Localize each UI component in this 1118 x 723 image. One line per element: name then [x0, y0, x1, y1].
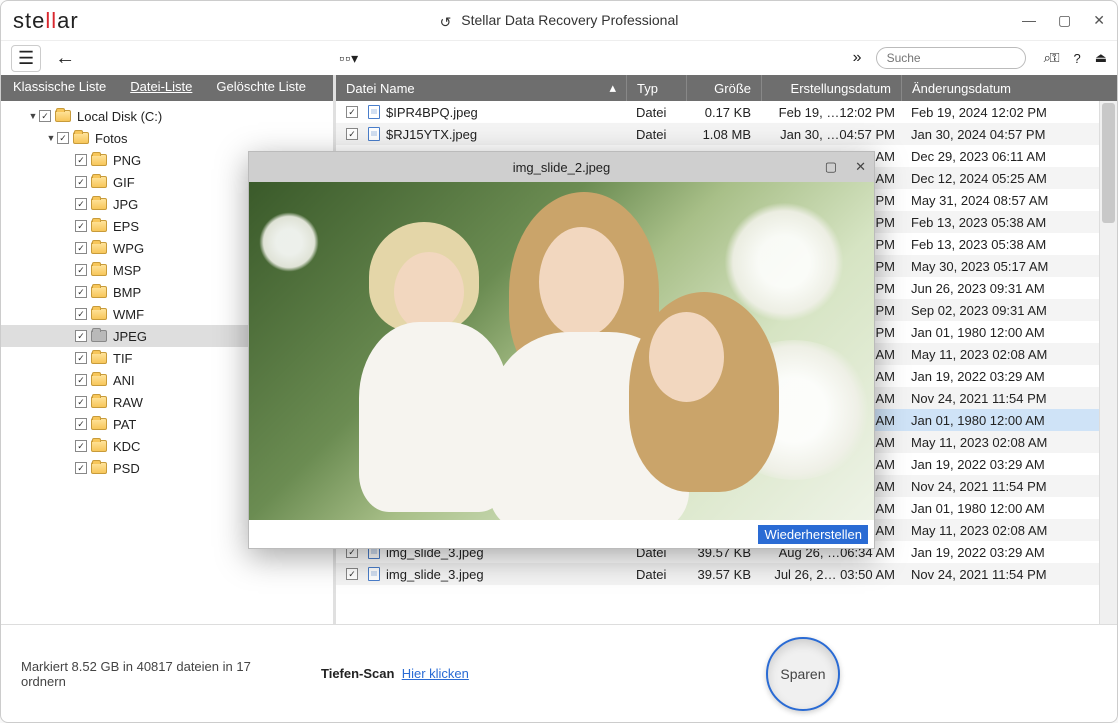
tab-file[interactable]: Datei-Liste	[118, 75, 204, 101]
checkbox-icon[interactable]: ✓	[75, 308, 87, 320]
deep-scan: Tiefen-Scan Hier klicken	[321, 666, 469, 681]
footer: Markiert 8.52 GB in 40817 dateien in 17 …	[1, 624, 1117, 722]
column-headers: Datei Name▴ Typ Größe Erstellungsdatum Ä…	[336, 75, 1117, 101]
app-logo: stellar	[13, 8, 79, 34]
tab-classic[interactable]: Klassische Liste	[1, 75, 118, 101]
menu-button[interactable]: ☰	[11, 45, 41, 72]
checkbox-icon[interactable]: ✓	[75, 374, 87, 386]
col-modified[interactable]: Änderungsdatum	[901, 75, 1117, 101]
advanced-icon[interactable]: »	[853, 49, 862, 67]
list-mode-tabs: Klassische Liste Datei-Liste Gelöschte L…	[1, 75, 333, 101]
folder-icon	[91, 220, 107, 232]
checkbox-icon[interactable]: ✓	[75, 462, 87, 474]
back-button[interactable]: ←	[55, 47, 75, 70]
folder-icon	[91, 242, 107, 254]
maximize-button[interactable]: ▢	[1058, 12, 1071, 29]
checkbox-icon[interactable]: ✓	[75, 330, 87, 342]
search-field[interactable]: ⌕	[876, 47, 1026, 69]
view-toggle[interactable]: ▫▫▾	[339, 50, 359, 67]
table-row[interactable]: ✓$RJ15YTX.jpegDatei1.08 MBJan 30, …04:57…	[336, 123, 1117, 145]
preview-image	[249, 182, 874, 520]
folder-icon	[91, 462, 107, 474]
preview-window: img_slide_2.jpeg ▢ ✕ Wiederherstellen	[248, 151, 875, 549]
folder-icon	[91, 440, 107, 452]
file-icon	[368, 567, 380, 581]
folder-icon	[91, 286, 107, 298]
checkbox-icon[interactable]: ✓	[75, 154, 87, 166]
checkbox-icon[interactable]: ✓	[75, 198, 87, 210]
col-name[interactable]: Datei Name▴	[336, 75, 626, 101]
checkbox-icon[interactable]: ✓	[39, 110, 51, 122]
preview-maximize-button[interactable]: ▢	[825, 159, 837, 175]
folder-icon	[91, 308, 107, 320]
app-window: stellar ↺ Stellar Data Recovery Professi…	[0, 0, 1118, 723]
folder-icon	[91, 418, 107, 430]
checkbox-icon[interactable]: ✓	[57, 132, 69, 144]
preview-titlebar[interactable]: img_slide_2.jpeg ▢ ✕	[249, 152, 874, 182]
save-button[interactable]: Sparen	[766, 637, 840, 711]
checkbox-icon[interactable]: ✓	[346, 106, 358, 118]
folder-icon	[55, 110, 71, 122]
checkbox-icon[interactable]: ✓	[75, 242, 87, 254]
checkbox-icon[interactable]: ✓	[75, 396, 87, 408]
selection-status: Markiert 8.52 GB in 40817 dateien in 17 …	[21, 659, 281, 689]
folder-icon	[91, 352, 107, 364]
key-icon[interactable]: ⚿	[1050, 50, 1060, 66]
search-input[interactable]	[885, 50, 1044, 66]
deep-scan-link[interactable]: Hier klicken	[402, 666, 469, 681]
titlebar: stellar ↺ Stellar Data Recovery Professi…	[1, 1, 1117, 41]
checkbox-icon[interactable]: ✓	[75, 264, 87, 276]
minimize-button[interactable]: —	[1022, 12, 1036, 29]
checkbox-icon[interactable]: ✓	[75, 176, 87, 188]
toolbar: ☰ ← ▫▫▾ » ⌕ ⚿ ? ⏏	[1, 41, 1117, 75]
checkbox-icon[interactable]: ✓	[346, 568, 358, 580]
folder-icon	[91, 154, 107, 166]
preview-close-button[interactable]: ✕	[855, 159, 866, 175]
folder-icon	[73, 132, 89, 144]
checkbox-icon[interactable]: ✓	[75, 418, 87, 430]
checkbox-icon[interactable]: ✓	[75, 440, 87, 452]
col-size[interactable]: Größe	[686, 75, 761, 101]
app-title: Stellar Data Recovery Professional	[461, 12, 678, 28]
table-row[interactable]: ✓img_slide_3.jpegDatei39.57 KBJul 26, 2……	[336, 563, 1117, 585]
close-button[interactable]: ✕	[1093, 12, 1105, 29]
checkbox-icon[interactable]: ✓	[75, 352, 87, 364]
checkbox-icon[interactable]: ✓	[75, 220, 87, 232]
folder-icon	[91, 396, 107, 408]
col-type[interactable]: Typ	[626, 75, 686, 101]
help-icon[interactable]: ?	[1073, 51, 1080, 66]
folder-icon	[91, 198, 107, 210]
table-row[interactable]: ✓$IPR4BPQ.jpegDatei0.17 KBFeb 19, …12:02…	[336, 101, 1117, 123]
tree-row[interactable]: ▼✓Fotos	[1, 127, 333, 149]
vertical-scrollbar[interactable]	[1099, 101, 1117, 624]
recover-button[interactable]: Wiederherstellen	[758, 525, 868, 544]
title-back-icon[interactable]: ↺	[440, 14, 452, 31]
file-icon	[368, 127, 380, 141]
col-created[interactable]: Erstellungsdatum	[761, 75, 901, 101]
checkbox-icon[interactable]: ✓	[75, 286, 87, 298]
checkbox-icon[interactable]: ✓	[346, 128, 358, 140]
preview-filename: img_slide_2.jpeg	[249, 160, 874, 175]
tab-deleted[interactable]: Gelöschte Liste	[204, 75, 318, 101]
folder-icon	[91, 176, 107, 188]
cart-icon[interactable]: ⏏	[1095, 50, 1107, 66]
sort-icon: ▴	[609, 80, 616, 96]
folder-icon	[91, 330, 107, 342]
file-icon	[368, 105, 380, 119]
tree-row[interactable]: ▼✓Local Disk (C:)	[1, 105, 333, 127]
folder-icon	[91, 264, 107, 276]
folder-icon	[91, 374, 107, 386]
